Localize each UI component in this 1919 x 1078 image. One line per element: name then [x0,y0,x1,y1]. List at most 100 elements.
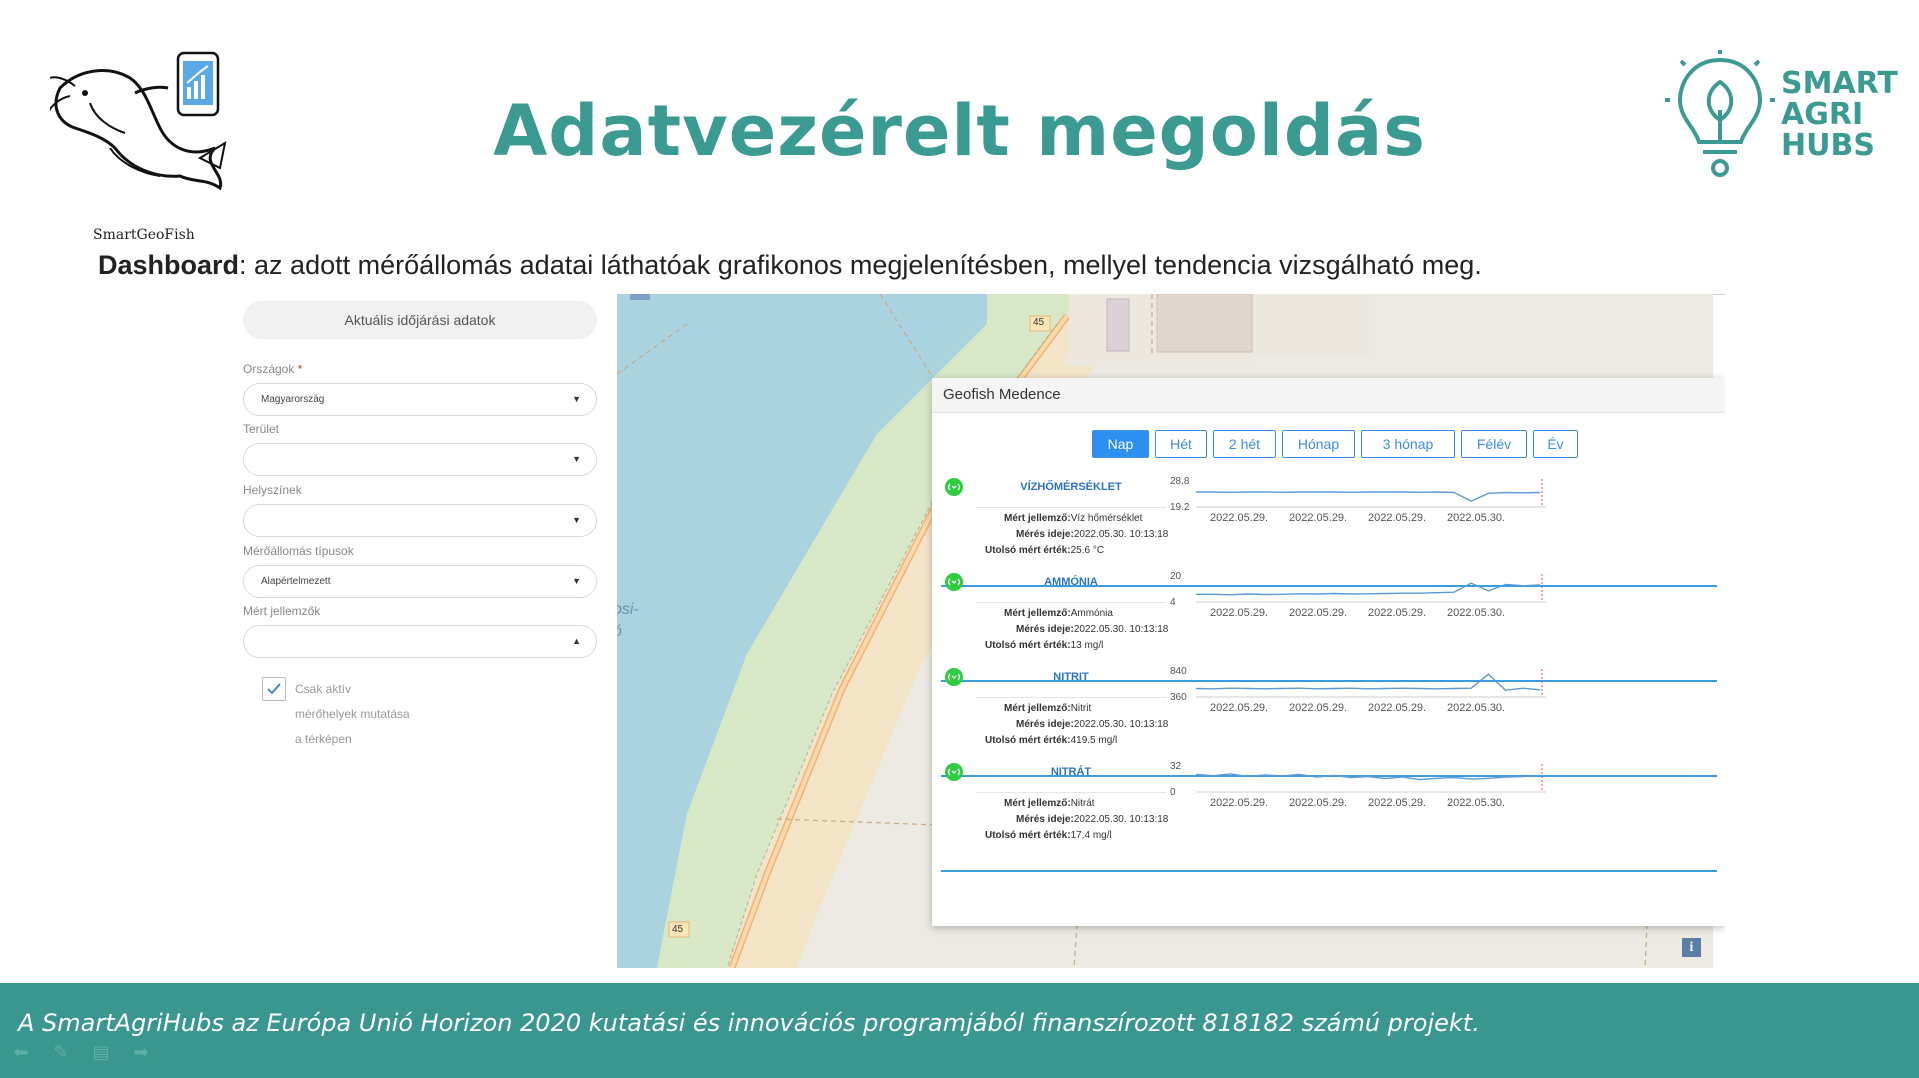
metric-last-value-label: Utolsó mért érték: [985,735,1071,746]
metric-time-label: Mérés ideje: [1016,814,1074,825]
countries-select-value: Magyarország [261,394,325,405]
station-types-label: Mérőállomás típusok [243,544,354,558]
divider [976,602,1166,603]
tab-felev[interactable]: Félév [1461,430,1527,458]
chevron-down-icon: ▼ [572,515,581,525]
metric-chart[interactable] [1196,764,1546,794]
y-axis-max: 32 [1170,761,1182,772]
active-only-checkbox-label[interactable]: Csak aktív mérőhelyek mutatása a térképe… [295,677,415,752]
metric-measured: Mért jellemző:Ammónia [1004,608,1113,619]
metric-name[interactable]: NITRIT [976,671,1166,683]
metric-time-value: 2022.05.30. 10:13:18 [1073,814,1169,825]
status-indicator [945,763,963,781]
status-indicator [945,668,963,686]
y-axis-max: 20 [1170,571,1182,582]
metric-name[interactable]: NITRÁT [976,766,1166,778]
sah-logo-line-2: AGRI [1781,97,1864,132]
x-axis-tick: 2022.05.29. [1210,702,1269,714]
map-place-label-text: osi- ó [617,601,639,640]
measured-props-label: Mért jellemzők [243,604,321,618]
signal-status-icon [947,578,961,586]
divider [976,697,1166,698]
station-types-select[interactable]: Alapértelmezett ▼ [243,565,597,598]
smartgeofish-caption: SmartGeoFish [93,227,195,243]
x-axis-tick: 2022.05.29. [1210,512,1269,524]
map-place-label: osi- ó [617,599,639,643]
x-axis-tick: 2022.05.29. [1368,607,1427,619]
metric-measured-label: Mért jellemző: [1004,798,1071,809]
x-axis-tick: 2022.05.29. [1289,797,1348,809]
tab-ev[interactable]: Év [1533,430,1578,458]
sah-logo-line-3: HUBS [1781,128,1875,163]
metric-name[interactable]: VÍZHŐMÉRSÉKLET [976,481,1166,493]
metric-time: Mérés ideje:2022.05.30. 10:13:18 [1016,624,1168,635]
locations-label: Helyszínek [243,483,302,497]
x-axis-tick: 2022.05.29. [1289,512,1348,524]
tab-2-het[interactable]: 2 hét [1213,430,1276,458]
metric-measured-label: Mért jellemző: [1004,608,1071,619]
y-axis-min: 4 [1170,597,1176,608]
metric-chart[interactable] [1196,479,1546,509]
station-popup: Geofish Medence Nap Hét 2 hét Hónap 3 hó… [932,378,1725,926]
metric-time-label: Mérés ideje: [1016,529,1074,540]
metric-measured-value: Nitrát [1070,798,1095,809]
metric-name[interactable]: AMMÓNIA [976,576,1166,588]
info-icon[interactable]: i [1682,938,1701,957]
area-select[interactable]: ▼ [243,443,597,476]
metric-time-value: 2022.05.30. 10:13:18 [1073,624,1169,635]
metric-chart[interactable] [1196,669,1546,699]
countries-label-text: Országok [243,362,295,376]
metric-last-value: Utolsó mért érték:419.5 mg/l [985,735,1117,746]
x-axis-tick: 2022.05.30. [1447,607,1506,619]
signal-status-icon [947,673,961,681]
pen-icon[interactable]: ✎ [50,1043,72,1063]
nav-forward-icon[interactable]: ➡ [130,1043,152,1063]
signal-status-icon [947,483,961,491]
divider [976,792,1166,793]
footer-bar: A SmartAgriHubs az Európa Unió Horizon 2… [0,983,1919,1078]
metric-last-value: Utolsó mért érték:17.4 mg/l [985,830,1112,841]
tab-nap[interactable]: Nap [1092,430,1149,458]
metric-time-label: Mérés ideje: [1016,624,1074,635]
filter-panel: Aktuális időjárási adatok Országok * Mag… [235,294,617,968]
divider [976,507,1166,508]
x-axis-tick: 2022.05.30. [1447,797,1506,809]
metric-time: Mérés ideje:2022.05.30. 10:13:18 [1016,529,1168,540]
x-axis-tick: 2022.05.29. [1368,797,1427,809]
countries-select[interactable]: Magyarország ▼ [243,383,597,416]
footer-text: A SmartAgriHubs az Európa Unió Horizon 2… [18,1009,1480,1037]
tab-honap[interactable]: Hónap [1282,430,1355,458]
dashboard-screenshot: Aktuális időjárási adatok Országok * Mag… [235,294,1725,968]
metric-measured-value: Nitrit [1070,703,1092,714]
locations-select[interactable]: ▼ [243,504,597,537]
current-weather-button[interactable]: Aktuális időjárási adatok [243,301,597,339]
x-axis-tick: 2022.05.29. [1368,512,1427,524]
chart-series-line [1196,582,1541,596]
x-axis-tick: 2022.05.29. [1210,607,1269,619]
metric-last-value: Utolsó mért érték:13 mg/l [985,640,1103,651]
chart-series-line [1196,673,1541,692]
x-axis-tick: 2022.05.29. [1289,702,1348,714]
metric-last-value-value: 419.5 mg/l [1070,735,1118,746]
x-axis-tick: 2022.05.30. [1447,512,1506,524]
slide-subtitle: Dashboard: az adott mérőállomás adatai l… [98,250,1482,281]
metric-last-value-label: Utolsó mért érték: [985,545,1071,556]
smartagrihubs-logo: SMART AGRI HUBS [1665,50,1898,185]
signal-status-icon [947,768,961,776]
measured-props-select[interactable]: ▲ [243,625,597,658]
nav-back-icon[interactable]: ⬅ [10,1043,32,1063]
status-indicator [945,478,963,496]
y-axis-max: 28.8 [1170,476,1190,487]
tab-3-honap[interactable]: 3 hónap [1361,430,1455,458]
x-axis-tick: 2022.05.30. [1447,702,1506,714]
checkmark-icon [267,683,281,695]
metric-chart[interactable] [1196,574,1546,604]
metric-measured: Mért jellemző:Nitrát [1004,798,1095,809]
active-only-checkbox[interactable] [262,677,286,701]
divider [941,870,1717,872]
metric-measured-label: Mért jellemző: [1004,513,1071,524]
x-axis-tick: 2022.05.29. [1289,607,1348,619]
menu-icon[interactable]: ▤ [90,1043,112,1063]
y-axis-min: 19.2 [1170,502,1190,513]
tab-het[interactable]: Hét [1155,430,1207,458]
